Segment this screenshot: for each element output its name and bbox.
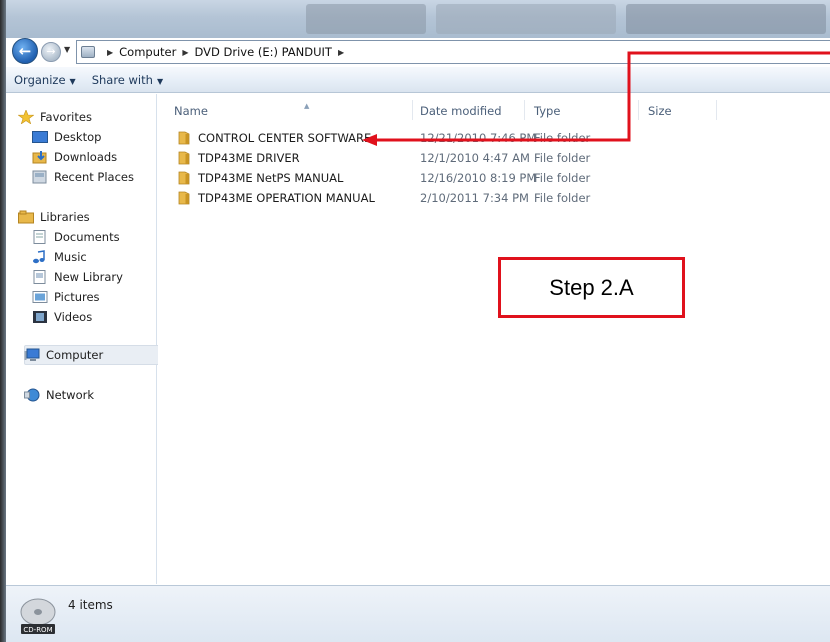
title-bar[interactable] bbox=[6, 0, 830, 38]
chevron-down-icon: ▼ bbox=[156, 76, 164, 86]
column-header-name[interactable]: Name ▲ bbox=[174, 102, 309, 118]
details-pane: CD-ROM 4 items bbox=[6, 585, 830, 642]
nav-label: Desktop bbox=[54, 130, 102, 144]
navigation-pane: Favorites Desktop Downloads Recent Place… bbox=[6, 94, 160, 584]
desktop-icon bbox=[32, 130, 48, 144]
star-icon bbox=[17, 109, 35, 125]
column-header-label: Name bbox=[174, 104, 208, 118]
recent-pages-dropdown[interactable]: ▼ bbox=[64, 45, 70, 54]
nav-label: Pictures bbox=[54, 290, 100, 304]
file-type: File folder bbox=[534, 131, 591, 145]
chevron-down-icon: ▼ bbox=[69, 76, 76, 86]
file-type: File folder bbox=[534, 191, 591, 205]
music-icon bbox=[32, 250, 48, 264]
nav-videos[interactable]: Videos bbox=[32, 308, 92, 326]
nav-downloads[interactable]: Downloads bbox=[32, 148, 117, 166]
item-count: 4 items bbox=[68, 598, 113, 612]
file-type: File folder bbox=[534, 171, 591, 185]
organize-button[interactable]: Organize ▼ bbox=[14, 73, 76, 87]
computer-icon bbox=[24, 348, 40, 362]
column-divider[interactable] bbox=[716, 100, 717, 120]
folder-icon bbox=[178, 191, 190, 205]
file-type: File folder bbox=[534, 151, 591, 165]
nav-desktop[interactable]: Desktop bbox=[32, 128, 101, 146]
file-date: 12/21/2010 7:46 PM bbox=[420, 131, 537, 145]
forward-button[interactable]: → bbox=[41, 42, 61, 62]
cd-rom-drive-icon: CD-ROM bbox=[18, 596, 58, 636]
breadcrumb-dvd-drive[interactable]: DVD Drive (E:) PANDUIT bbox=[194, 45, 331, 59]
nav-label: Favorites bbox=[40, 110, 92, 124]
file-row[interactable]: CONTROL CENTER SOFTWARE 12/21/2010 7:46 … bbox=[158, 128, 830, 148]
file-row[interactable]: TDP43ME OPERATION MANUAL 2/10/2011 7:34 … bbox=[158, 188, 830, 208]
downloads-icon bbox=[32, 150, 48, 164]
nav-label: New Library bbox=[54, 270, 123, 284]
column-divider[interactable] bbox=[412, 100, 413, 120]
sort-ascending-icon: ▲ bbox=[304, 102, 310, 110]
step-callout: Step 2.A bbox=[498, 257, 685, 318]
nav-documents[interactable]: Documents bbox=[32, 228, 120, 246]
new-library-icon bbox=[32, 270, 48, 284]
computer-icon bbox=[81, 46, 95, 58]
nav-computer[interactable]: Computer bbox=[24, 346, 103, 364]
back-button[interactable]: ← bbox=[12, 38, 38, 64]
recent-places-icon bbox=[32, 170, 48, 184]
column-divider[interactable] bbox=[638, 100, 639, 120]
breadcrumb-computer[interactable]: Computer bbox=[119, 45, 176, 59]
nav-recent-places[interactable]: Recent Places bbox=[32, 168, 134, 186]
file-name: CONTROL CENTER SOFTWARE bbox=[198, 131, 372, 145]
nav-label: Recent Places bbox=[54, 170, 134, 184]
folder-icon bbox=[178, 171, 190, 185]
nav-label: Downloads bbox=[54, 150, 118, 164]
file-row[interactable]: TDP43ME NetPS MANUAL 12/16/2010 8:19 PM … bbox=[158, 168, 830, 188]
folder-icon bbox=[178, 131, 190, 145]
chevron-right-icon[interactable]: ▶ bbox=[182, 48, 188, 57]
column-header-label: Date modified bbox=[420, 104, 502, 118]
nav-label: Music bbox=[54, 250, 87, 264]
file-date: 2/10/2011 7:34 PM bbox=[420, 191, 529, 205]
nav-new-library[interactable]: New Library bbox=[32, 268, 123, 286]
column-header-size[interactable]: Size bbox=[648, 104, 672, 118]
nav-favorites[interactable]: Favorites bbox=[17, 108, 92, 126]
column-header-type[interactable]: Type bbox=[534, 104, 560, 118]
nav-pictures[interactable]: Pictures bbox=[32, 288, 100, 306]
address-bar[interactable]: ▶ Computer ▶ DVD Drive (E:) PANDUIT ▶ bbox=[76, 40, 830, 64]
drive-label: CD-ROM bbox=[23, 626, 52, 634]
documents-icon bbox=[32, 230, 48, 244]
chevron-right-icon[interactable]: ▶ bbox=[338, 48, 344, 57]
share-with-label: Share with bbox=[91, 72, 153, 87]
nav-label: Network bbox=[46, 388, 95, 402]
nav-libraries[interactable]: Libraries bbox=[18, 208, 90, 226]
chevron-right-icon[interactable]: ▶ bbox=[107, 48, 113, 57]
nav-label: Libraries bbox=[40, 210, 90, 224]
column-header-label: Type bbox=[534, 104, 561, 118]
nav-label: Documents bbox=[54, 230, 120, 244]
libraries-icon bbox=[18, 210, 34, 224]
file-row[interactable]: TDP43ME DRIVER 12/1/2010 4:47 AM File fo… bbox=[158, 148, 830, 168]
videos-icon bbox=[32, 310, 48, 324]
file-name: TDP43ME OPERATION MANUAL bbox=[198, 191, 375, 205]
file-name: TDP43ME DRIVER bbox=[198, 151, 300, 165]
network-icon bbox=[24, 388, 40, 402]
file-date: 12/1/2010 4:47 AM bbox=[420, 151, 530, 165]
column-header-date-modified[interactable]: Date modified bbox=[420, 104, 502, 118]
file-list-pane: Name ▲ Date modified Type Size CONTROL C… bbox=[158, 94, 830, 584]
file-date: 12/16/2010 8:19 PM bbox=[420, 171, 537, 185]
nav-music[interactable]: Music bbox=[32, 248, 87, 266]
organize-label: Organize bbox=[14, 72, 66, 87]
file-name: TDP43ME NetPS MANUAL bbox=[198, 171, 344, 185]
column-divider[interactable] bbox=[524, 100, 525, 120]
column-header-label: Size bbox=[648, 104, 672, 118]
pictures-icon bbox=[32, 290, 48, 304]
nav-network[interactable]: Network bbox=[24, 386, 94, 404]
nav-label: Computer bbox=[46, 348, 104, 362]
nav-label: Videos bbox=[54, 310, 93, 324]
command-bar: Organize ▼ Share with ▼ bbox=[6, 67, 830, 93]
folder-icon bbox=[178, 151, 190, 165]
share-with-button[interactable]: Share with ▼ bbox=[92, 73, 163, 87]
